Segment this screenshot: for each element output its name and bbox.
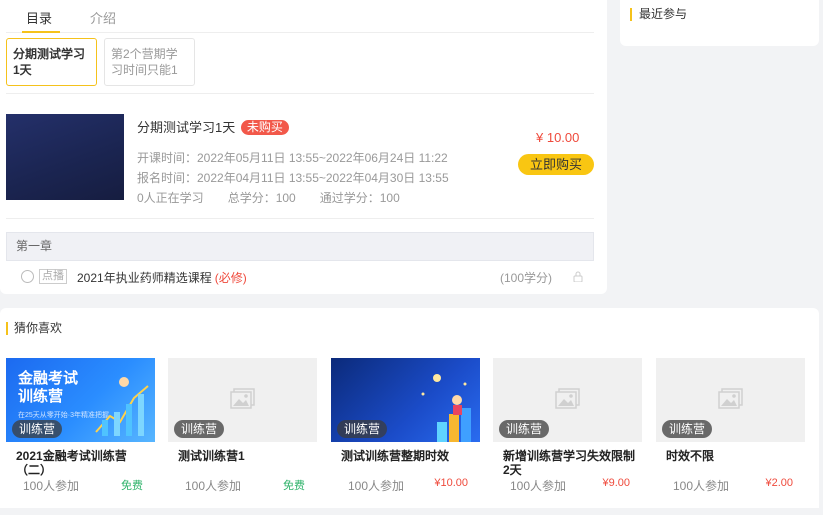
card-title[interactable]: 新增训练营学习失效限制2天	[503, 449, 639, 477]
camp-badge: 训练营	[337, 420, 388, 438]
course-panel: 目录 介绍 分期测试学习1天 第2个营期学习时间只能1 分期测试学习1天 未购买…	[0, 0, 607, 294]
recommend-title: 猜你喜欢	[6, 322, 62, 335]
chapter-header[interactable]: 第一章	[6, 232, 594, 261]
recommend-panel: 猜你喜欢 金融考试训练营 在25天从零开始·3年精准把握 训练营 2021金融考…	[0, 308, 819, 508]
camp-tab-1[interactable]: 分期测试学习1天	[6, 38, 97, 86]
course-price: ¥ 10.00	[536, 130, 580, 145]
class-time: 开课时间：2022年05月11日 13:55~2022年06月24日 11:22	[137, 151, 448, 165]
lock-icon	[573, 271, 583, 282]
image-placeholder-icon	[718, 388, 743, 409]
recent-title: 最近参与	[630, 8, 687, 21]
recommend-card[interactable]: 训练营 新增训练营学习失效限制2天 100人参加 ¥9.00	[493, 358, 642, 493]
illustration-icon	[95, 377, 149, 436]
card-price: ¥9.00	[602, 477, 630, 489]
card-price: ¥2.00	[765, 477, 793, 489]
total-credit: 总学分：100	[227, 191, 296, 205]
signup-time: 报名时间：2022年04月11日 13:55~2022年04月30日 13:55	[137, 171, 449, 185]
camp-badge: 训练营	[499, 420, 550, 438]
participant-count: 100人参加	[673, 479, 730, 493]
course-stats: 0人正在学习 总学分：100 通过学分：100	[137, 189, 424, 206]
course-title-text: 分期测试学习1天	[137, 120, 236, 135]
participant-count: 100人参加	[510, 479, 567, 493]
lesson-required: (必修)	[214, 271, 247, 285]
course-thumbnail[interactable]: 金融考试训练营 在25天从零开始·3年精准把握 训练营	[6, 358, 155, 442]
lesson-credit: (100学分)	[500, 271, 553, 285]
course-thumbnail[interactable]: 训练营	[168, 358, 317, 442]
camp-badge: 训练营	[662, 420, 713, 438]
tab-bar: 目录 介绍	[6, 0, 594, 33]
participant-count: 100人参加	[185, 479, 242, 493]
tab-intro[interactable]: 介绍	[90, 8, 116, 27]
recommend-card[interactable]: 训练营 测试训练营1 100人参加 免费	[168, 358, 317, 493]
buy-now-button[interactable]: 立即购买	[518, 154, 594, 175]
promo-title: 金融考试训练营	[18, 370, 79, 405]
camp-badge: 训练营	[12, 420, 63, 438]
lesson-title: 2021年执业药师精选课程	[77, 271, 212, 285]
card-price: 免费	[121, 480, 143, 492]
card-title[interactable]: 2021金融考试训练营（二）	[16, 449, 152, 477]
illustration-icon	[421, 374, 471, 442]
card-price: ¥10.00	[434, 477, 468, 489]
card-title[interactable]: 测试训练营整期时效	[341, 449, 477, 463]
recommend-card[interactable]: 训练营 测试训练营整期时效 100人参加 ¥10.00	[331, 358, 480, 493]
participant-count: 100人参加	[348, 479, 405, 493]
course-thumbnail[interactable]: 训练营	[331, 358, 480, 442]
lesson-name: 2021年执业药师精选课程 (必修)	[77, 269, 247, 286]
recommend-card[interactable]: 金融考试训练营 在25天从零开始·3年精准把握 训练营 2021金融考试训练营（…	[6, 358, 155, 493]
card-price: 免费	[283, 480, 305, 492]
camp-badge: 训练营	[174, 420, 225, 438]
card-title[interactable]: 时效不限	[666, 449, 802, 463]
lesson-radio[interactable]	[21, 270, 34, 283]
course-cover-image[interactable]	[6, 114, 124, 200]
divider	[6, 93, 594, 94]
course-thumbnail[interactable]: 训练营	[493, 358, 642, 442]
pass-credit: 通过学分：100	[319, 191, 400, 205]
status-badge: 未购买	[240, 120, 289, 135]
course-title: 分期测试学习1天 未购买	[137, 117, 289, 136]
lesson-row[interactable]: 点播 2021年执业药师精选课程 (必修) (100学分)	[21, 268, 591, 286]
image-placeholder-icon	[230, 388, 255, 409]
tab-active-indicator	[22, 31, 60, 33]
tab-catalog[interactable]: 目录	[26, 8, 52, 27]
recent-panel: 最近参与	[620, 0, 819, 46]
learners-count: 0人正在学习	[137, 191, 204, 205]
divider	[6, 218, 594, 219]
camp-tab-2[interactable]: 第2个营期学习时间只能1	[104, 38, 195, 86]
course-thumbnail[interactable]: 训练营	[656, 358, 805, 442]
participant-count: 100人参加	[23, 479, 80, 493]
recommend-card[interactable]: 训练营 时效不限 100人参加 ¥2.00	[656, 358, 805, 493]
card-title[interactable]: 测试训练营1	[178, 449, 314, 463]
image-placeholder-icon	[555, 388, 580, 409]
vod-tag: 点播	[39, 269, 67, 284]
